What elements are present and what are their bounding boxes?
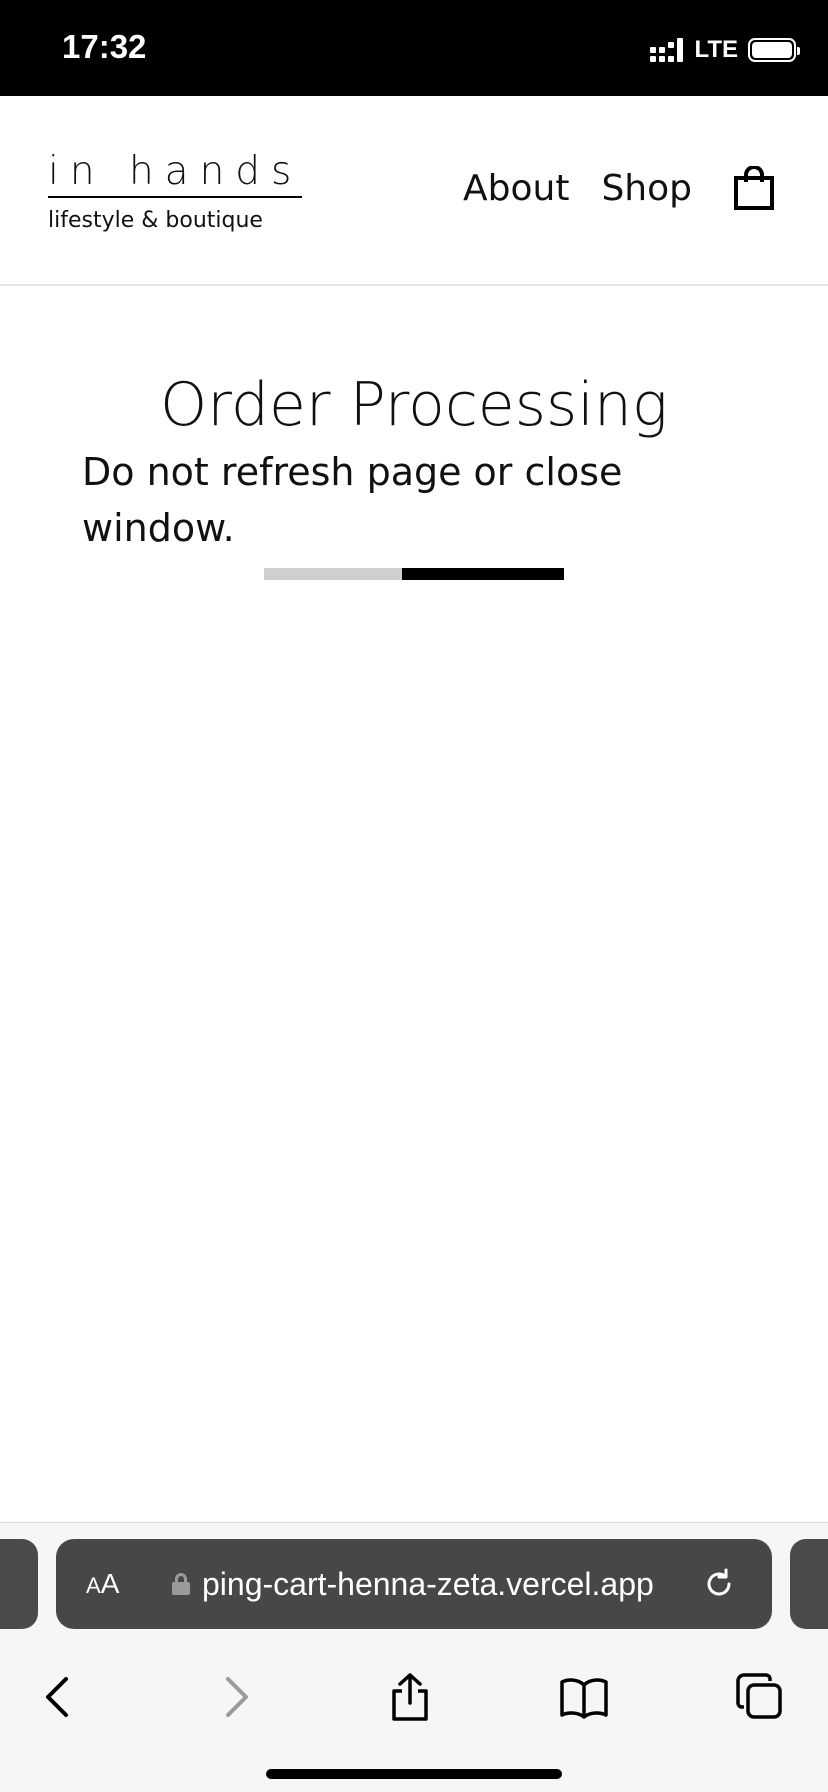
lock-icon (172, 1573, 190, 1595)
status-time: 17:32 (62, 28, 147, 65)
processing-progress-bar (402, 568, 564, 580)
nav-shop-link[interactable]: Shop (601, 168, 692, 209)
page-title: Order Processing (160, 370, 668, 440)
logo[interactable]: in hands lifestyle & boutique (48, 152, 303, 233)
next-tab-peek[interactable] (790, 1539, 828, 1629)
logo-title: in hands (48, 152, 303, 198)
battery-icon (748, 38, 800, 62)
bookmarks-icon[interactable] (560, 1673, 608, 1721)
status-indicators: LTE (650, 36, 800, 64)
address-bar[interactable]: AA ping-cart-henna-zeta.vercel.app (56, 1539, 772, 1629)
tabs-icon[interactable] (736, 1673, 784, 1721)
signal-icon (650, 38, 684, 62)
processing-message: Do not refresh page or close window. (82, 450, 623, 550)
back-icon[interactable] (34, 1673, 82, 1721)
home-indicator (266, 1769, 562, 1779)
processing-progress-track (264, 568, 564, 580)
main-nav: About Shop (463, 166, 774, 210)
site-header: in hands lifestyle & boutique About Shop (0, 96, 828, 286)
nav-about-link[interactable]: About (463, 168, 569, 209)
share-icon[interactable] (386, 1673, 434, 1721)
url-text[interactable]: ping-cart-henna-zeta.vercel.app (202, 1566, 682, 1603)
reload-icon[interactable] (702, 1567, 736, 1601)
shopping-bag-icon[interactable] (734, 166, 774, 210)
logo-subtitle: lifestyle & boutique (48, 208, 263, 233)
forward-icon[interactable] (212, 1673, 260, 1721)
network-label: LTE (694, 36, 738, 63)
previous-tab-peek[interactable] (0, 1539, 38, 1629)
browser-bottom-bar: AA ping-cart-henna-zeta.vercel.app (0, 1522, 828, 1792)
status-bar: 17:32 LTE (0, 0, 828, 96)
browser-toolbar (0, 1653, 828, 1743)
text-size-button[interactable]: AA (86, 1568, 136, 1600)
